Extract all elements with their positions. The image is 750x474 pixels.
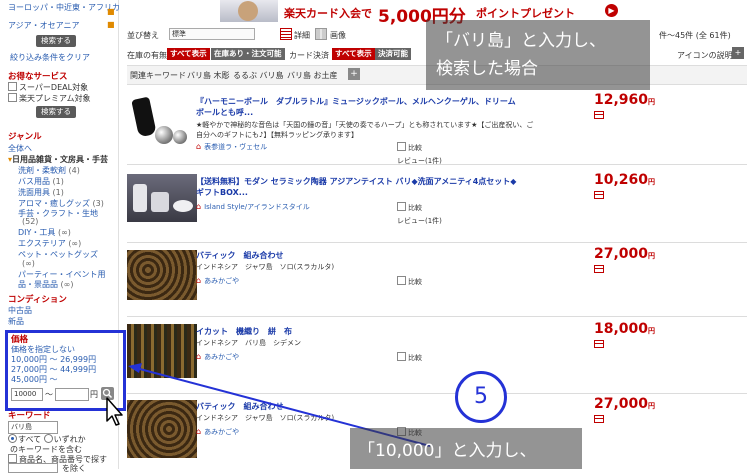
annotation-callout-bottom: 「10,000」と入力し、 — [350, 428, 582, 469]
callout-bottom-line1: 「10,000」と入力し、 — [358, 441, 537, 461]
annotation-arrow — [128, 363, 431, 447]
